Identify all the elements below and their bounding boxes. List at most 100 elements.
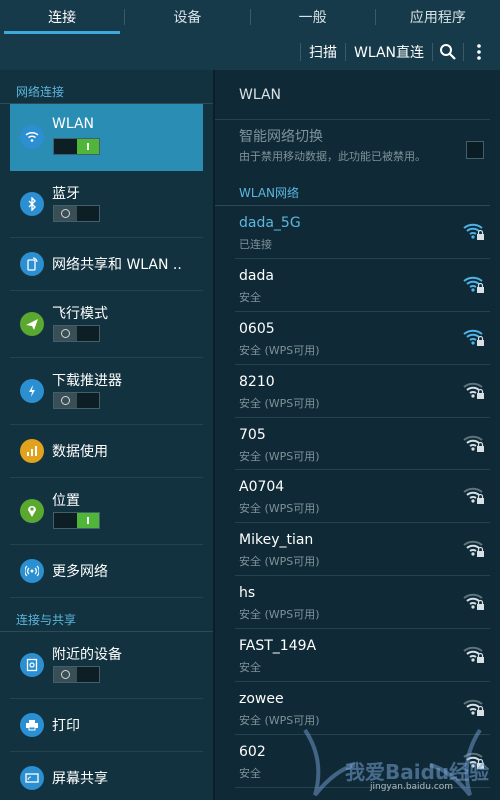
sidebar-item-more-networks[interactable]: 更多网络 [10,545,203,598]
wifi-lock-icon [462,484,486,506]
network-item-zowee[interactable]: zowee 安全 (WPS可用) [235,682,490,735]
wifi-lock-icon [462,590,486,612]
top-tab-bar: 连接 设备 一般 应用程序 [0,0,500,34]
network-status: 安全 (WPS可用) [239,555,320,569]
sidebar-item-label: 附近的设备 [52,647,122,663]
airplane-icon [20,312,44,336]
network-item-705[interactable]: 705 安全 (WPS可用) [235,418,490,471]
sidebar-item-label: 屏幕共享 [52,771,108,787]
smart-network-switch-title: 智能网络切换 [239,129,323,145]
screen-share-icon [20,766,44,790]
network-status: 安全 [239,290,261,304]
airplane-mode-toggle[interactable] [53,325,100,342]
tab-applications[interactable]: 应用程序 [376,0,500,34]
sidebar-item-label: 打印 [52,718,80,734]
watermark-url: jingyan.baidu.com [370,782,454,792]
wifi-lock-icon [462,379,486,401]
panel-title: WLAN [215,70,490,120]
network-item-0605[interactable]: 0605 安全 (WPS可用) [235,312,490,365]
network-status: 已连接 [239,238,272,251]
network-item-dada[interactable]: dada 安全 [235,259,490,312]
tab-device[interactable]: 设备 [125,0,249,34]
network-status: 安全 [239,766,261,780]
wlan-direct-button[interactable]: WLAN直连 [346,42,432,62]
network-item-a0704[interactable]: A0704 安全 (WPS可用) [235,470,490,524]
scan-button[interactable]: 扫描 [301,42,345,62]
wifi-lock-icon [462,273,486,295]
sidebar-item-print[interactable]: 打印 [10,699,203,752]
settings-sidebar: 网络连接 WLAN 蓝牙 网络共享和 WLAN .. 飞行模式 下载推进器 数据… [0,70,213,800]
sidebar-item-data-usage[interactable]: 数据使用 [10,425,203,478]
network-status: 安全 (WPS可用) [239,502,320,516]
nearby-devices-toggle[interactable] [53,666,100,683]
sidebar-item-label: 飞行模式 [52,306,108,322]
sidebar-item-screen-mirroring[interactable]: 屏幕共享 [10,752,203,800]
sidebar-item-label: WLAN [52,116,95,132]
network-item-mikey-tian[interactable]: Mikey_tian 安全 (WPS可用) [235,523,490,577]
network-name: dada [239,267,274,284]
sidebar-item-label: 网络共享和 WLAN .. [52,257,182,273]
network-status: 安全 (WPS可用) [239,714,320,728]
sidebar-item-download-booster[interactable]: 下载推进器 [10,358,203,425]
smart-network-switch-checkbox [466,141,484,159]
print-icon [20,713,44,737]
wifi-lock-icon [462,432,486,454]
network-name: dada_5G [239,215,301,231]
network-list: dada_5G 已连接 dada 安全 0605 安全 (WPS可用) 8210… [215,206,500,788]
network-name: A0704 [239,479,285,496]
network-name: zowee [239,691,284,708]
location-toggle[interactable] [53,512,100,529]
sidebar-item-location[interactable]: 位置 [10,478,203,545]
network-name: 602 [239,743,266,760]
network-item-fast-149a[interactable]: FAST_149A 安全 [235,629,490,683]
more-vert-icon[interactable] [464,37,494,67]
download-booster-toggle[interactable] [53,392,100,409]
wifi-lock-icon [462,326,486,348]
tab-connections[interactable]: 连接 [0,0,124,34]
network-name: Mikey_tian [239,532,314,549]
sidebar-item-label: 数据使用 [52,444,108,460]
smart-network-switch: 智能网络切换 由于禁用移动数据，此功能已被禁用。 [215,120,490,178]
network-status: 安全 (WPS可用) [239,608,320,622]
wifi-icon [20,125,44,149]
network-item-8210[interactable]: 8210 安全 (WPS可用) [235,365,490,418]
wlan-detail-panel: WLAN 智能网络切换 由于禁用移动数据，此功能已被禁用。 WLAN网络 dad… [215,70,500,800]
network-name: 0605 [239,320,275,337]
sidebar-item-tethering[interactable]: 网络共享和 WLAN .. [10,238,203,291]
action-bar: 扫描 WLAN直连 [0,34,500,70]
bluetooth-icon [20,192,44,216]
tab-general[interactable]: 一般 [251,0,375,34]
sidebar-item-bluetooth[interactable]: 蓝牙 [10,171,203,238]
sidebar-item-label: 下载推进器 [52,373,122,389]
network-item-dada-5g[interactable]: dada_5G 已连接 [235,206,490,259]
network-name: FAST_149A [239,638,317,655]
nearby-device-icon [20,653,44,677]
more-networks-icon [20,559,44,583]
network-name: 705 [239,426,266,443]
hotspot-icon [20,252,44,276]
sidebar-item-label: 位置 [52,493,80,509]
sidebar-item-airplane-mode[interactable]: 飞行模式 [10,291,203,358]
network-status: 安全 [239,661,261,675]
wifi-lock-icon [462,220,486,242]
section-connect-share: 连接与共享 [0,598,213,632]
bluetooth-toggle[interactable] [53,205,100,222]
network-status: 安全 (WPS可用) [239,396,320,410]
sidebar-item-label: 更多网络 [52,564,108,580]
download-booster-icon [20,379,44,403]
sidebar-item-wlan[interactable]: WLAN [10,104,203,171]
wlan-toggle[interactable] [53,138,100,155]
data-usage-icon [20,439,44,463]
network-item-hs[interactable]: hs 安全 (WPS可用) [235,576,490,630]
sidebar-item-label: 蓝牙 [52,186,80,202]
network-status: 安全 (WPS可用) [239,449,320,463]
network-name: hs [239,585,256,602]
search-icon[interactable] [433,37,463,67]
network-name: 8210 [239,373,275,390]
watermark-text: 我爱Baidu经验 [345,760,490,784]
wifi-lock-icon [462,696,486,718]
smart-network-switch-desc: 由于禁用移动数据，此功能已被禁用。 [239,150,426,163]
section-network-connections: 网络连接 [0,70,213,104]
section-wlan-networks: WLAN网络 [215,178,490,206]
sidebar-item-nearby-devices[interactable]: 附近的设备 [10,632,203,699]
